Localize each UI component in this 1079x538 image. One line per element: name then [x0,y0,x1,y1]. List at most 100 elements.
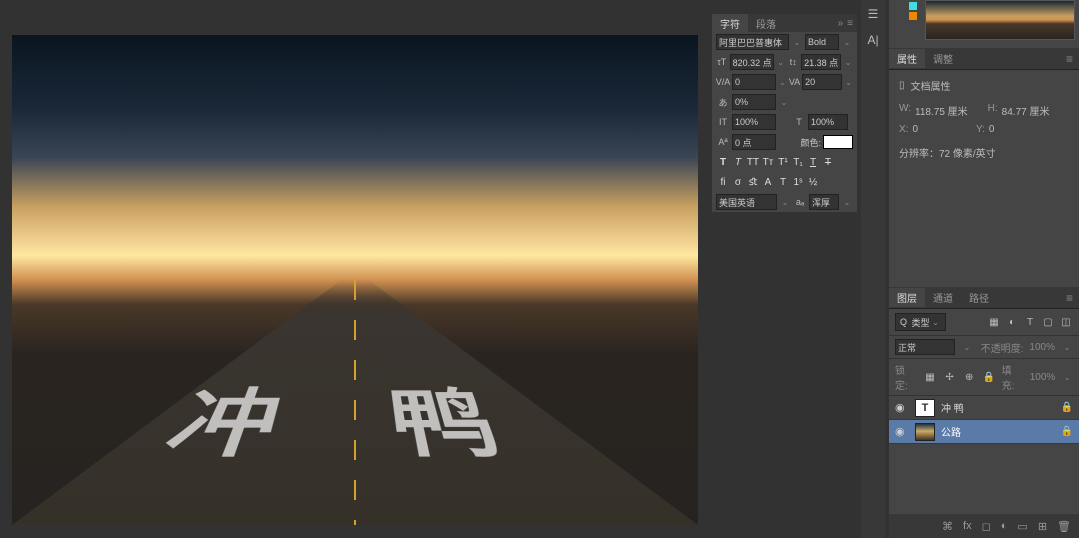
x-value: 0 [912,124,918,135]
tracking-input[interactable] [732,74,776,90]
italic-button[interactable]: T [731,155,745,169]
link-layers-icon[interactable]: ⌘ [942,520,953,533]
filter-smart-icon[interactable]: ◫ [1059,315,1073,329]
opacity-value[interactable]: 100% [1029,342,1055,353]
new-layer-icon[interactable]: ⊞ [1038,520,1047,533]
scale-input[interactable] [732,94,776,110]
visibility-icon[interactable]: ◉ [895,401,909,414]
tab-paragraph[interactable]: 段落 [748,14,784,33]
kerning-input[interactable] [802,74,842,90]
swatch-chips [909,2,919,22]
filter-shape-icon[interactable]: ▢ [1041,315,1055,329]
road-text: 冲 鸭 [145,370,564,476]
antialias-select[interactable]: 浑厚 [809,194,839,210]
properties-panel: 属性 调整 ≡ ▯ 文档属性 W:118.75 厘米 H:84.77 厘米 X:… [889,48,1079,174]
document-icon: ▯ [899,80,905,91]
lang-select[interactable]: 美国英语 [716,194,777,210]
tab-character[interactable]: 字符 [712,14,748,33]
tab-adjustments[interactable]: 调整 [925,49,961,68]
layer-name[interactable]: 冲 鸭 [941,400,964,415]
fraction-button[interactable]: 1ˢ [791,175,805,189]
swatch-cyan[interactable] [909,2,917,10]
layer-filter-select[interactable]: Q 类型 ⌄ [895,313,946,331]
layer-name[interactable]: 公路 [941,424,961,439]
lock-icon[interactable]: 🔒 [1061,426,1073,437]
layer-mask-icon[interactable]: ◻ [982,520,991,533]
vert-scale-icon: IT [716,115,730,129]
layers-panel: 图层 通道 路径 ≡ Q 类型 ⌄ ▦ ◐ T ▢ ◫ 正常 ⌄ 不透明度: 1… [889,287,1079,538]
leading-icon: t↕ [788,55,800,69]
half-button[interactable]: ½ [806,175,820,189]
fill-label: 填充: [1002,362,1024,392]
layer-thumb-image [915,423,935,441]
ligature-fi-button[interactable]: fi [716,175,730,189]
leading-input[interactable] [801,54,841,70]
panel-menu-icon[interactable]: ≡ [847,18,853,29]
filter-type-icon[interactable]: T [1023,315,1037,329]
panel-menu-icon[interactable]: ≡ [1060,50,1079,68]
tab-layers[interactable]: 图层 [889,288,925,307]
aa-icon: aₐ [793,195,807,209]
chevron-down-icon[interactable]: ⌄ [778,98,790,107]
bold-button[interactable]: T [716,155,730,169]
filter-pixel-icon[interactable]: ▦ [987,315,1001,329]
layer-footer: ⌘ fx ◻ ◐ ▭ ⊞ 🗑 [889,514,1079,538]
swash-button[interactable]: ﬆ [746,175,760,189]
swatch-orange[interactable] [909,12,917,20]
adjustment-layer-icon[interactable]: ◐ [1001,520,1008,532]
tab-properties[interactable]: 属性 [889,49,925,68]
lock-all-icon[interactable]: 🔒 [982,370,996,384]
chevron-down-icon[interactable]: ⌄ [844,78,853,87]
layer-style-icon[interactable]: fx [963,520,972,532]
vert-scale-input[interactable] [732,114,776,130]
filter-adjust-icon[interactable]: ◐ [1005,315,1019,329]
visibility-icon[interactable]: ◉ [895,425,909,438]
underline-button[interactable]: T [806,155,820,169]
allcaps-button[interactable]: TT [746,155,760,169]
font-family-select[interactable]: 阿里巴巴普惠体 [716,34,789,50]
y-label: Y: [976,124,985,135]
text-color-swatch[interactable] [823,135,853,149]
kerning-icon: VA [789,75,800,89]
navigator-preview[interactable] [925,0,1075,40]
va-icon: V/A [716,75,730,89]
chevron-down-icon[interactable]: ⌄ [841,38,853,47]
adjustments-icon[interactable]: ☰ [865,6,881,22]
character-panel: 字符 段落 » ≡ 阿里巴巴普惠体 ⌄ Bold ⌄ τT ⌄ t↕ ⌄ V/A… [712,14,857,212]
chevron-down-icon[interactable]: ⌄ [843,58,853,67]
strikethrough-button[interactable]: T [821,155,835,169]
chevron-down-icon[interactable]: ⌄ [778,78,787,87]
ligature-sigma-button[interactable]: σ [731,175,745,189]
lock-icon[interactable]: 🔒 [1061,402,1073,413]
chevron-down-icon[interactable]: ⌄ [791,38,803,47]
fill-value[interactable]: 100% [1030,372,1056,383]
font-size-input[interactable] [730,54,774,70]
lock-pixels-icon[interactable]: ▦ [923,370,937,384]
subscript-button[interactable]: T₁ [791,155,805,169]
smallcaps-button[interactable]: Tᴛ [761,155,775,169]
font-style-select[interactable]: Bold [805,34,839,50]
ordinal-button[interactable]: T [776,175,790,189]
delete-layer-icon[interactable]: 🗑 [1057,520,1071,533]
layer-thumb-text: T [915,399,935,417]
canvas-area[interactable]: 冲 鸭 [12,35,698,525]
superscript-button[interactable]: T¹ [776,155,790,169]
baseline-icon: Aª [716,135,730,149]
chevron-down-icon[interactable]: ⌄ [776,58,786,67]
group-icon[interactable]: ▭ [1017,520,1027,533]
chevron-down-icon[interactable]: ⌄ [841,198,853,207]
baseline-input[interactable] [732,134,776,150]
collapse-icon[interactable]: » [838,18,844,29]
chevron-down-icon[interactable]: ⌄ [779,198,791,207]
horiz-scale-input[interactable] [808,114,848,130]
lock-position-icon[interactable]: ✢ [943,370,957,384]
panel-menu-icon[interactable]: ≡ [1060,289,1079,307]
titling-button[interactable]: A [761,175,775,189]
tab-paths[interactable]: 路径 [961,288,997,307]
tab-channels[interactable]: 通道 [925,288,961,307]
lock-artboard-icon[interactable]: ⊕ [962,370,976,384]
character-icon[interactable]: A| [865,32,881,48]
layer-item-image[interactable]: ◉ 公路 🔒 [889,420,1079,444]
blend-mode-select[interactable]: 正常 [895,339,955,355]
layer-item-text[interactable]: ◉ T 冲 鸭 🔒 [889,396,1079,420]
